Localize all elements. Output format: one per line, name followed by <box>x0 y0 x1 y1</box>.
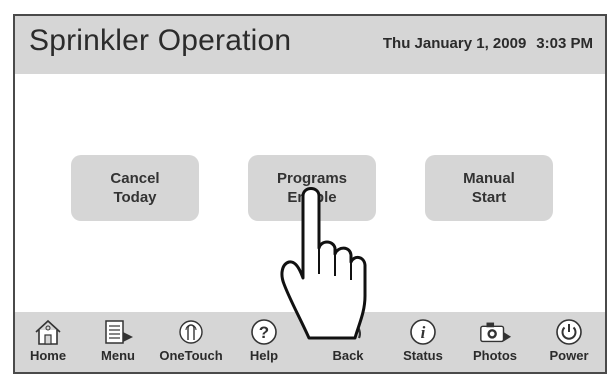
cancel-today-button[interactable]: Cancel Today <box>71 155 199 221</box>
current-time: 3:03 PM <box>536 35 593 52</box>
current-date: Thu January 1, 2009 <box>382 35 527 52</box>
help-icon: ? <box>247 317 281 347</box>
onetouch-icon <box>174 317 208 347</box>
nav-status-label: Status <box>403 348 443 363</box>
manual-start-label-2: Start <box>471 189 507 206</box>
programs-enable-button[interactable]: Programs Enable <box>248 155 376 221</box>
nav-onetouch[interactable]: OneTouch <box>159 312 223 372</box>
nav-photos-label: Photos <box>472 348 518 363</box>
nav-power-label: Power <box>549 348 589 363</box>
home-icon <box>31 317 65 347</box>
power-icon <box>552 317 586 347</box>
nav-help-label: Help <box>249 348 279 363</box>
nav-power[interactable]: Power <box>537 312 601 372</box>
nav-back[interactable]: Back <box>316 312 380 372</box>
device-screen: Sprinkler Operation Thu January 1, 2009 3… <box>13 14 607 374</box>
back-icon <box>331 317 365 347</box>
programs-enable-label-2: Enable <box>287 189 337 206</box>
manual-start-label-1: Manual <box>463 170 515 187</box>
nav-status[interactable]: i Status <box>391 312 455 372</box>
status-icon: i <box>406 317 440 347</box>
nav-photos[interactable]: Photos <box>463 312 527 372</box>
cancel-today-label-2: Today <box>113 189 157 206</box>
bottom-nav-bar: Home Menu OneTouch ? Help Back i Status … <box>15 312 605 372</box>
manual-start-button[interactable]: Manual Start <box>425 155 553 221</box>
nav-home-label: Home <box>29 348 67 363</box>
page-title: Sprinkler Operation <box>29 24 292 57</box>
nav-help[interactable]: ? Help <box>232 312 296 372</box>
nav-menu[interactable]: Menu <box>86 312 150 372</box>
nav-home[interactable]: Home <box>16 312 80 372</box>
camera-icon <box>478 317 512 347</box>
nav-onetouch-label: OneTouch <box>159 348 223 363</box>
svg-text:i: i <box>421 323 426 342</box>
title-bar: Sprinkler Operation Thu January 1, 2009 3… <box>15 16 605 74</box>
cancel-today-label-1: Cancel <box>110 170 160 187</box>
nav-menu-label: Menu <box>101 348 135 363</box>
svg-text:?: ? <box>259 323 269 342</box>
menu-icon <box>101 317 135 347</box>
nav-back-label: Back <box>332 348 364 363</box>
date-time: Thu January 1, 2009 3:03 PM <box>383 35 593 52</box>
programs-enable-label-1: Programs <box>276 170 348 187</box>
